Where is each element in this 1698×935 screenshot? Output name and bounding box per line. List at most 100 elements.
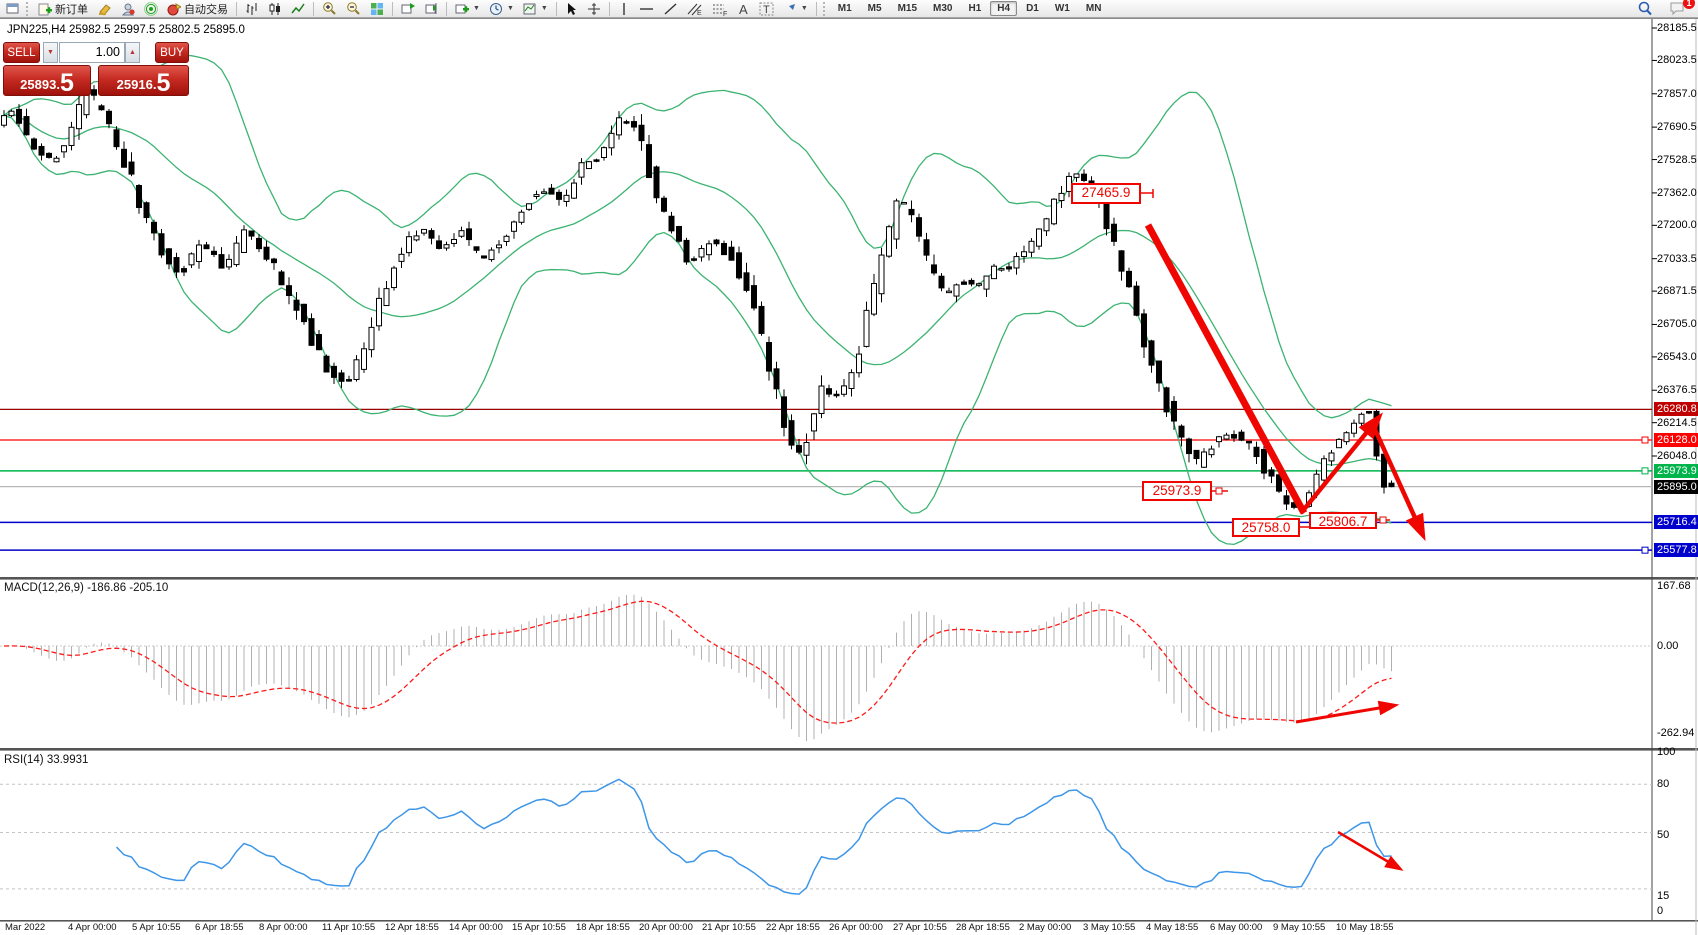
buy-price[interactable]: 25916.5 [98, 65, 189, 96]
candlestick-chart-icon[interactable] [264, 0, 286, 18]
dock-charts-icon[interactable] [420, 0, 442, 18]
time-axis-label: 10 May 18:55 [1336, 922, 1394, 933]
dropdown-caret: ▼ [801, 5, 808, 12]
svg-text:E: E [697, 10, 702, 16]
mt4-terminal: 新订单 自动交易 ▼ ▼ ▼ E F A T ▼ [0, 0, 1698, 935]
lot-input[interactable]: 1.00 [59, 42, 125, 63]
profile-icon[interactable] [117, 0, 139, 18]
line-chart-icon[interactable] [287, 0, 309, 18]
horizontal-line-tool-icon[interactable] [635, 0, 658, 18]
time-axis-label: 3 May 10:55 [1083, 922, 1135, 933]
macd-indicator-label: MACD(12,26,9) -186.86 -205.10 [4, 582, 168, 594]
price-annotation-label[interactable]: 27465.9 [1071, 183, 1141, 204]
notifications-button[interactable]: 1 [1665, 0, 1690, 18]
time-axis-label: 6 May 00:00 [1210, 922, 1262, 933]
main-toolbar: 新订单 自动交易 ▼ ▼ ▼ E F A T ▼ [0, 0, 1698, 18]
timeframe-button-d1[interactable]: D1 [1019, 1, 1046, 16]
signal-icon[interactable] [140, 0, 162, 18]
notification-badge: 1 [1683, 0, 1695, 9]
timeframe-button-m30[interactable]: M30 [926, 1, 959, 16]
toolbar-separator [392, 2, 393, 16]
new-order-button[interactable]: 新订单 [34, 0, 92, 18]
time-axis-label: 27 Apr 10:55 [893, 922, 947, 933]
price-level-tag[interactable]: 25577.8 [1654, 543, 1698, 557]
lot-decrease-button[interactable]: ▼ [43, 42, 58, 63]
time-axis-label: 4 Apr 00:00 [68, 922, 117, 933]
indicator-axis-tick: 0 [1657, 905, 1663, 917]
price-annotation-label[interactable]: 25758.0 [1232, 518, 1300, 537]
arrange-charts-icon[interactable] [397, 0, 419, 18]
time-axis-label: 14 Apr 00:00 [449, 922, 503, 933]
timeframe-button-m1[interactable]: M1 [831, 1, 859, 16]
chart-canvas[interactable] [0, 19, 1698, 935]
add-indicator-button[interactable]: ▼ [451, 0, 484, 18]
price-annotation-label[interactable]: 25973.9 [1142, 481, 1212, 501]
symbol-info: JPN225,H4 25982.5 25997.5 25802.5 25895.… [7, 24, 245, 36]
timeframe-toolbar: M1M5M15M30H1H4D1W1MN [831, 1, 1109, 16]
timeframe-button-w1[interactable]: W1 [1048, 1, 1077, 16]
lot-increase-button[interactable]: ▲ [125, 42, 140, 63]
fibonacci-tool-icon[interactable]: F [708, 0, 732, 18]
buy-button[interactable]: BUY [155, 42, 189, 63]
price-axis-tick: 28023.5 [1657, 54, 1697, 66]
time-axis-label: 4 May 18:55 [1146, 922, 1198, 933]
crosshair-icon[interactable] [583, 0, 605, 18]
sell-price[interactable]: 25893.5 [3, 65, 91, 96]
price-annotation-label[interactable]: 25806.7 [1309, 512, 1377, 529]
chart-area[interactable]: JPN225,H4 25982.5 25997.5 25802.5 25895.… [0, 18, 1698, 935]
price-level-tag[interactable]: 25895.0 [1654, 480, 1698, 494]
price-axis-tick: 27857.0 [1657, 88, 1697, 100]
template-button[interactable]: ▼ [519, 0, 552, 18]
autotrade-button[interactable]: 自动交易 [163, 0, 232, 18]
vertical-line-tool-icon[interactable] [614, 0, 634, 18]
buy-price-main: 25916 [117, 76, 153, 94]
svg-text:F: F [723, 11, 727, 16]
shapes-tool-button[interactable]: ▼ [779, 0, 812, 18]
toolbar-grip [823, 2, 828, 16]
zoom-in-icon[interactable] [318, 0, 341, 18]
zoom-out-icon[interactable] [342, 0, 365, 18]
search-icon[interactable] [1633, 0, 1657, 18]
text-label-tool-icon[interactable]: T [755, 0, 778, 18]
timeframe-button-mn[interactable]: MN [1079, 1, 1109, 16]
time-axis-label: 11 Apr 10:55 [322, 922, 375, 933]
new-order-label: 新订单 [55, 1, 88, 17]
timeframe-button-h4[interactable]: H4 [990, 1, 1017, 16]
price-axis-tick: 26871.5 [1657, 285, 1697, 297]
timeframe-button-m15[interactable]: M15 [891, 1, 924, 16]
time-axis-label: 26 Apr 00:00 [829, 922, 883, 933]
autotrade-label: 自动交易 [184, 1, 228, 17]
rsi-indicator-label: RSI(14) 33.9931 [4, 754, 88, 766]
time-axis-label: 28 Apr 18:55 [956, 922, 1010, 933]
sell-button[interactable]: SELL [3, 42, 40, 63]
dropdown-caret: ▼ [507, 5, 514, 12]
eraser-icon[interactable] [93, 0, 116, 18]
cursor-icon[interactable] [561, 0, 582, 18]
price-level-tag[interactable]: 26128.0 [1654, 433, 1698, 447]
sell-price-main: 25893 [20, 76, 56, 94]
svg-text:A: A [739, 2, 748, 16]
svg-text:T: T [763, 4, 770, 16]
time-axis-label: 2 May 00:00 [1019, 922, 1071, 933]
price-axis-tick: 26214.5 [1657, 417, 1697, 429]
autotrade-icon [167, 2, 181, 16]
one-click-trading-panel: SELL ▼ 1.00 ▲ BUY 25893.5 25916.5 [3, 42, 189, 94]
channel-tool-icon[interactable]: E [683, 0, 707, 18]
trendline-tool-icon[interactable] [659, 0, 682, 18]
price-level-tag[interactable]: 26280.8 [1654, 402, 1698, 416]
text-tool-icon[interactable]: A [733, 0, 754, 18]
period-clock-button[interactable]: ▼ [485, 0, 518, 18]
tile-windows-icon[interactable] [366, 0, 388, 18]
bar-chart-icon[interactable] [241, 0, 263, 18]
time-axis-label: 6 Apr 18:55 [195, 922, 244, 933]
timeframe-button-m5[interactable]: M5 [861, 1, 889, 16]
time-axis-label: Mar 2022 [5, 922, 45, 933]
indicator-axis-tick: 167.68 [1657, 580, 1691, 592]
price-level-tag[interactable]: 25716.4 [1654, 515, 1698, 529]
chart-window-icon[interactable] [2, 0, 23, 18]
timeframe-button-h1[interactable]: H1 [961, 1, 988, 16]
time-axis-label: 8 Apr 00:00 [259, 922, 308, 933]
price-level-tag[interactable]: 25973.9 [1654, 464, 1698, 478]
time-axis-label: 21 Apr 10:55 [702, 922, 756, 933]
indicator-axis-tick: 15 [1657, 890, 1669, 902]
